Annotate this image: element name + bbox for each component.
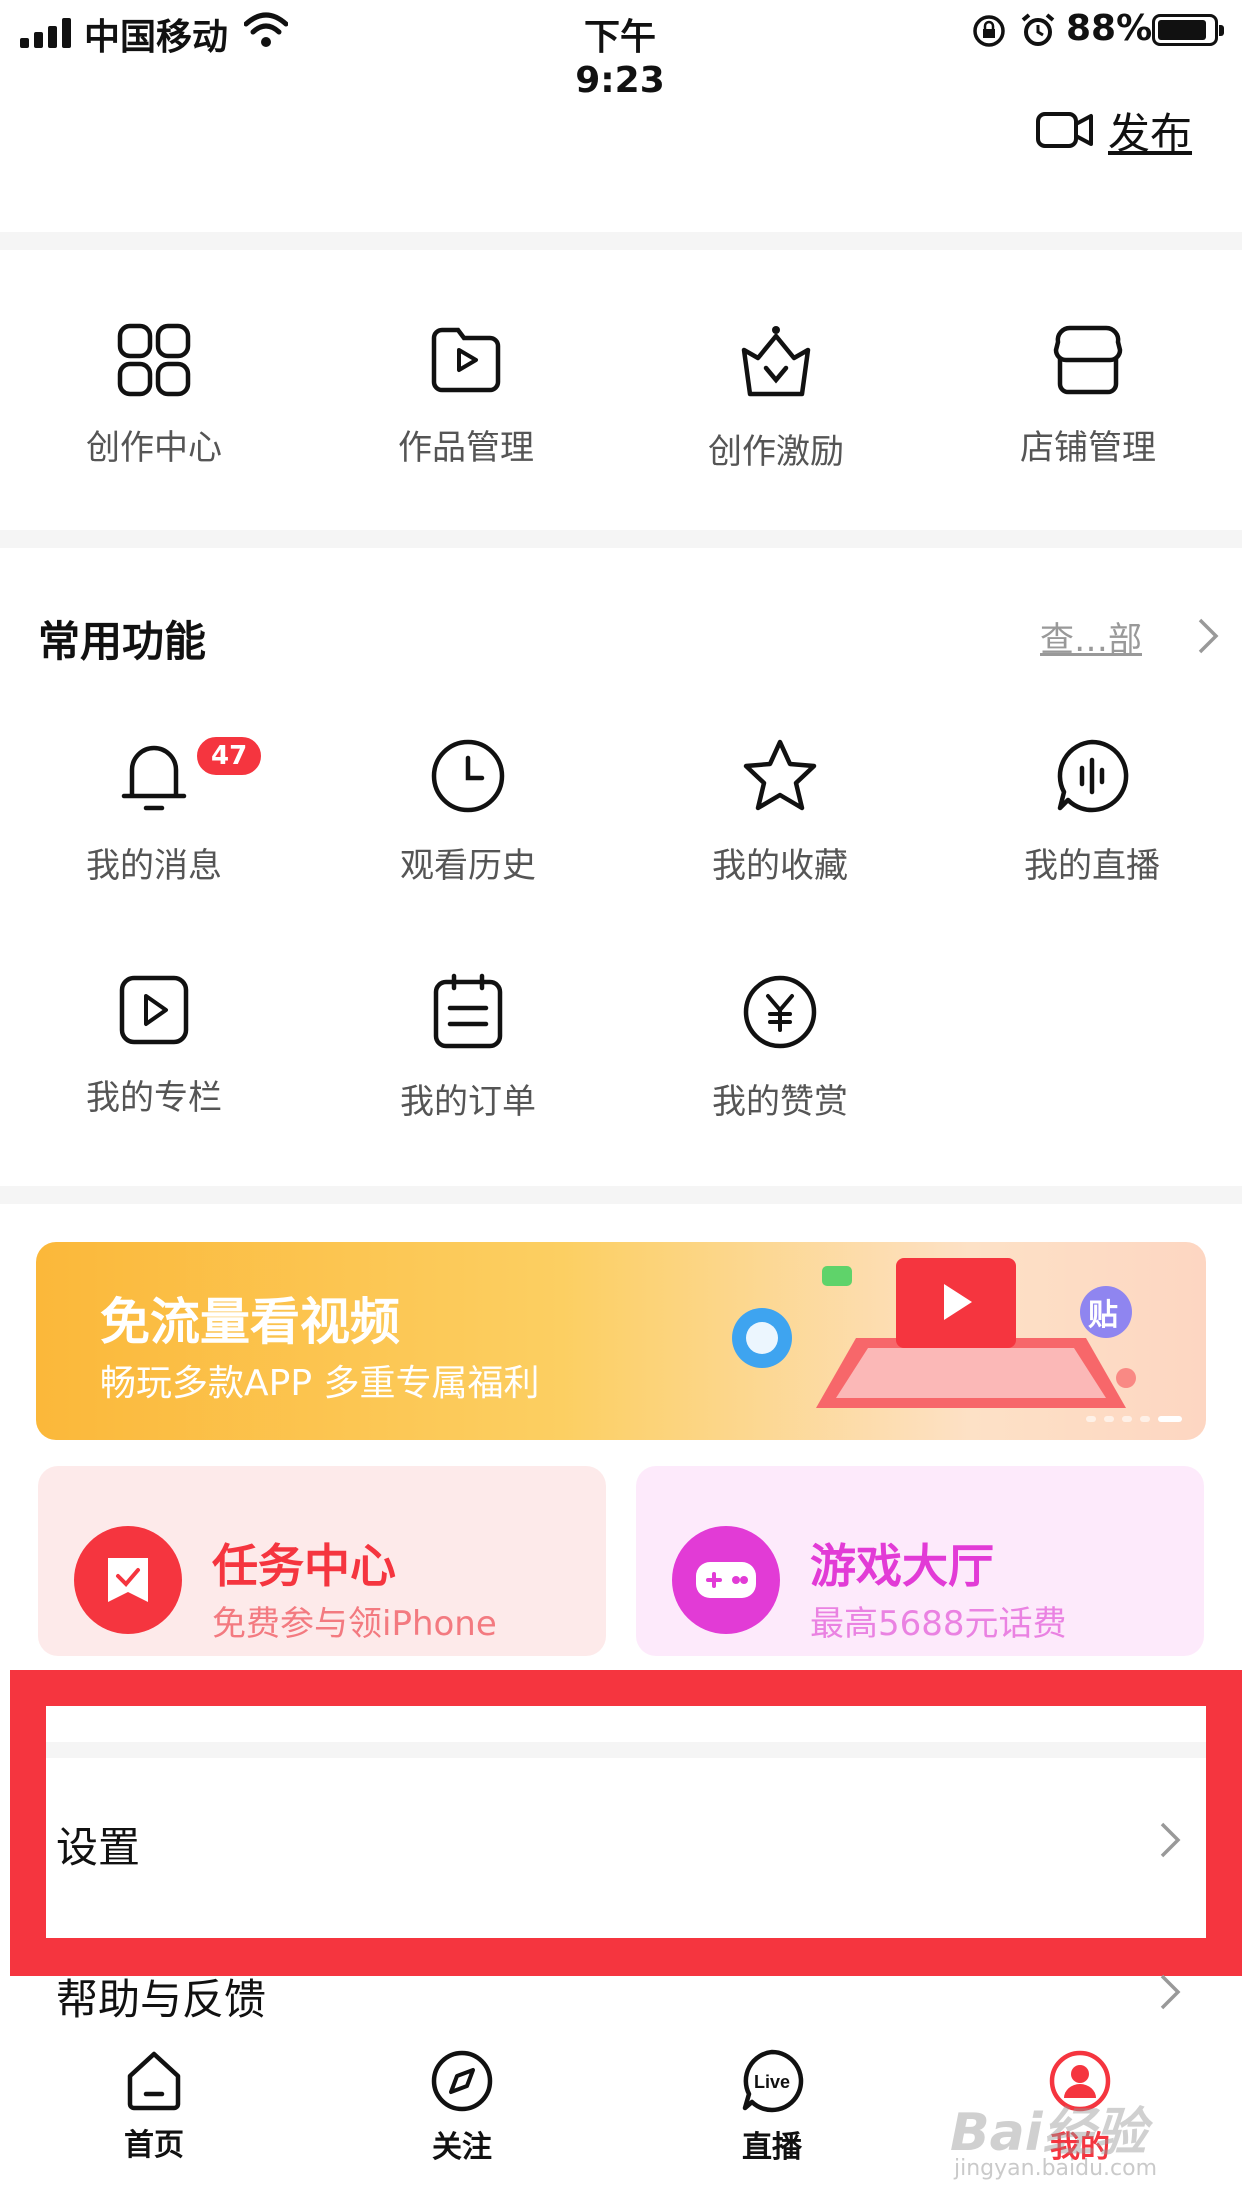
free-data-banner[interactable]: 免流量看视频 畅玩多款APP 多重专属福利 贴 [36,1242,1206,1440]
carrier-name: 中国移动 [84,17,229,58]
my-rewards-button[interactable]: 我的赞赏 [670,972,890,1123]
my-live-label: 我的直播 [1024,846,1160,886]
clock-icon [431,739,505,813]
nav-live-label: 直播 [742,2130,802,2165]
publish-label: 发布 [1108,108,1193,158]
nav-home[interactable]: 首页 [74,2048,234,2164]
task-center-subtitle: 免费参与领iPhone [212,1604,497,1644]
my-messages-button[interactable]: 47 我的消息 [44,734,265,887]
my-favorites-button[interactable]: 我的收藏 [670,736,890,887]
settings-row[interactable] [46,1706,1206,1938]
section-divider [0,1186,1242,1204]
alarm-icon [1021,13,1055,46]
bell-icon [121,745,187,811]
wifi-icon [244,12,288,47]
store-management-label: 店铺管理 [1020,428,1156,468]
message-count-badge: 47 [194,734,265,778]
my-messages-label: 我的消息 [86,846,222,886]
publish-button[interactable]: 发布 [1036,100,1192,160]
rotation-lock-icon [973,15,1005,47]
settings-label: 设置 [56,1823,141,1872]
banner-badge-text: 贴 [1088,1298,1118,1333]
task-bookmark-icon [108,1558,148,1602]
signal-icon [20,18,76,48]
creator-center-button[interactable]: 创作中心 [44,322,264,469]
phone-video-illustration [732,1258,1136,1408]
crown-icon [741,326,811,397]
live-audio-icon [1057,739,1129,813]
game-hall-subtitle: 最高5688元话费 [810,1604,1067,1644]
game-hall-title: 游戏大厅 [810,1539,994,1593]
status-time: 下午 9:23 [575,17,665,101]
task-center-card[interactable]: 任务中心 免费参与领iPhone [38,1466,606,1656]
battery-icon [1152,14,1224,46]
chevron-right-icon[interactable] [1196,616,1220,656]
game-hall-card[interactable]: 游戏大厅 最高5688元话费 [636,1466,1204,1656]
status-bar: 中国移动 下午 9:23 88% [0,0,1242,101]
my-rewards-label: 我的赞赏 [712,1082,848,1122]
watch-history-button[interactable]: 观看历史 [358,736,578,887]
video-camera-icon [1036,112,1093,148]
my-orders-button[interactable]: 我的订单 [358,972,578,1123]
works-management-label: 作品管理 [398,428,534,468]
store-icon [1053,325,1123,395]
battery-fill [1158,20,1206,40]
banner-pagination [1086,1416,1182,1422]
chevron-right-icon [1160,1974,1181,2010]
yen-coin-icon [743,975,817,1049]
view-all-link[interactable]: 查…部 [1040,612,1142,661]
nav-live[interactable]: Live 直播 [692,2048,852,2166]
section-divider [0,530,1242,548]
store-management-button[interactable]: 店铺管理 [978,322,1198,469]
common-functions-title: 常用功能 [38,617,207,666]
nav-follow[interactable]: 关注 [382,2048,542,2166]
folder-play-icon [431,327,501,393]
my-column-button[interactable]: 我的专栏 [44,972,264,1119]
compass-icon [431,2050,493,2112]
my-live-button[interactable]: 我的直播 [982,736,1202,887]
gamepad-icon [696,1562,756,1598]
baidu-watermark: Bai经验 [950,2103,1147,2163]
row-divider [46,1742,1206,1758]
star-icon [743,739,817,811]
task-center-icon-bg [74,1526,182,1634]
chevron-right-icon [1160,1822,1181,1858]
home-icon [127,2051,181,2111]
column-play-icon [119,975,189,1045]
live-icon: Live [742,2049,804,2113]
nav-follow-label: 关注 [432,2130,492,2165]
game-hall-icon-bg [672,1526,780,1634]
task-center-title: 任务中心 [212,1539,396,1593]
my-favorites-label: 我的收藏 [712,846,848,886]
watch-history-label: 观看历史 [400,846,536,886]
baidu-watermark-url: jingyan.baidu.com [954,2156,1158,2181]
my-orders-label: 我的订单 [400,1082,536,1122]
battery-percent: 88% [1066,8,1153,49]
order-clipboard-icon [433,973,503,1049]
creator-center-label: 创作中心 [86,428,222,468]
nav-home-label: 首页 [124,2128,184,2163]
grid-apps-icon [117,323,191,397]
works-management-button[interactable]: 作品管理 [356,322,576,469]
my-column-label: 我的专栏 [86,1078,222,1118]
help-feedback-label: 帮助与反馈 [56,1975,267,2022]
banner-title: 免流量看视频 [100,1293,400,1351]
help-feedback-row[interactable]: 帮助与反馈 [56,1966,1196,2022]
banner-subtitle: 畅玩多款APP 多重专属福利 [100,1363,540,1404]
creation-incentive-button[interactable]: 创作激励 [666,322,886,473]
section-divider [0,232,1242,250]
creation-incentive-label: 创作激励 [708,432,844,472]
svg-text:Live: Live [754,2072,790,2092]
